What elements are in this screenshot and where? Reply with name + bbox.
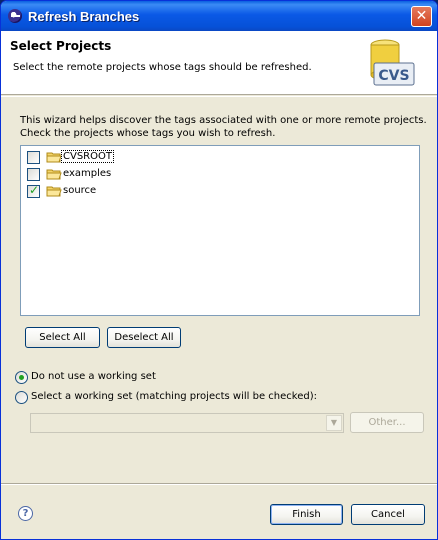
other-button[interactable]: Other... — [350, 412, 424, 433]
select-all-button[interactable]: Select All — [25, 327, 100, 348]
help-icon[interactable]: ? — [18, 506, 33, 521]
deselect-all-button[interactable]: Deselect All — [107, 327, 181, 348]
cvsroot-checkbox[interactable] — [27, 151, 40, 164]
cvs-logo-icon: CVS — [370, 39, 415, 86]
project-label: examples — [63, 168, 112, 179]
project-label: CVSROOT — [61, 150, 114, 163]
eclipse-icon — [8, 9, 22, 23]
window-title: Refresh Branches — [28, 9, 140, 24]
cancel-button[interactable]: Cancel — [351, 504, 425, 525]
project-label: source — [63, 185, 97, 196]
chevron-down-icon[interactable]: ▼ — [326, 415, 342, 431]
source-checkbox[interactable]: ✓ — [27, 183, 40, 198]
finish-button[interactable]: Finish — [270, 504, 343, 525]
header-separator — [1, 96, 437, 97]
dialog-window: Refresh Branches ✕ Select Projects Selec… — [0, 0, 438, 540]
title-bar[interactable]: Refresh Branches ✕ — [1, 1, 437, 31]
working-set-combo[interactable]: ▼ — [30, 413, 344, 433]
wizard-text-line1: This wizard helps discover the tags asso… — [20, 115, 427, 126]
checkmark-icon: ✓ — [29, 183, 40, 197]
cvs-logo-text: CVS — [378, 68, 409, 84]
page-description: Select the remote projects whose tags sh… — [13, 62, 312, 73]
close-button[interactable]: ✕ — [411, 6, 432, 27]
no-working-set-radio[interactable] — [15, 371, 28, 384]
select-working-set-label[interactable]: Select a working set (matching projects … — [31, 391, 317, 402]
radio-selected-dot — [19, 375, 24, 380]
wizard-text-line2: Check the projects whose tags you wish t… — [20, 128, 276, 139]
project-list[interactable]: CVSROOT examples ✓ source — [20, 145, 420, 316]
page-title: Select Projects — [10, 39, 112, 53]
folder-icon — [46, 152, 62, 163]
folder-icon — [46, 186, 62, 197]
no-working-set-label[interactable]: Do not use a working set — [31, 371, 156, 382]
wizard-header: Select Projects Select the remote projec… — [1, 31, 437, 95]
select-working-set-radio[interactable] — [15, 391, 28, 404]
examples-checkbox[interactable] — [27, 168, 40, 181]
wizard-instructions: This wizard helps discover the tags asso… — [20, 114, 427, 140]
folder-icon — [46, 169, 62, 180]
